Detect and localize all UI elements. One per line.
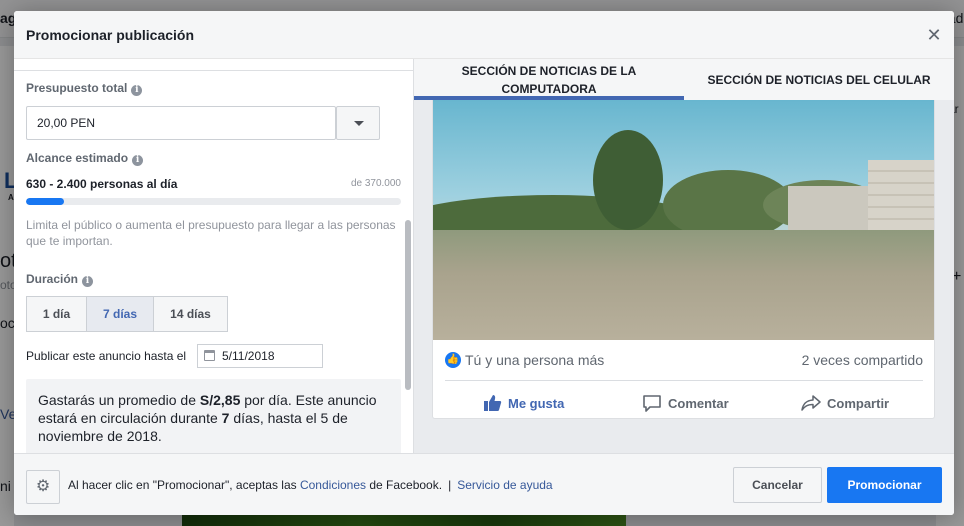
gear-icon: ⚙	[35, 478, 51, 495]
share-label: Compartir	[827, 395, 890, 411]
budget-label-text: Presupuesto total	[26, 81, 128, 95]
divider	[445, 380, 923, 381]
duration-label: Duración i	[26, 272, 94, 287]
terms-link[interactable]: Condiciones	[300, 478, 366, 492]
settings-button[interactable]: ⚙	[26, 470, 60, 504]
divider	[14, 70, 413, 71]
like-reaction-icon: 👍	[445, 352, 461, 368]
budget-input[interactable]: 20,00 PEN	[26, 106, 336, 140]
post-preview-card: 👍 Tú y una persona más 2 veces compartid…	[432, 100, 935, 419]
help-center-link[interactable]: Servicio de ayuda	[457, 478, 552, 492]
dialog-header: Promocionar publicación ✕	[14, 11, 954, 59]
comment-button[interactable]: Comentar	[642, 392, 729, 414]
reach-progress-bar	[26, 198, 401, 205]
calendar-icon	[204, 350, 215, 361]
reach-estimate: 630 - 2.400 personas al día	[26, 177, 178, 191]
end-date-value: 5/11/2018	[222, 349, 275, 363]
preview-tabs: SECCIÓN DE NOTICIAS DE LA COMPUTADORA SE…	[414, 59, 954, 100]
spend-summary: Gastarás un promedio de S/2,85 por día. …	[26, 379, 401, 453]
post-image	[433, 100, 934, 340]
dialog-title: Promocionar publicación	[26, 27, 195, 43]
share-icon	[801, 395, 821, 411]
promote-button[interactable]: Promocionar	[827, 467, 942, 503]
separator: |	[448, 478, 452, 492]
dialog-footer: ⚙ Al hacer clic en "Promocionar", acepta…	[14, 453, 954, 515]
reactors-text[interactable]: Tú y una persona más	[465, 352, 604, 368]
reactions-summary: 👍 Tú y una persona más 2 veces compartid…	[445, 350, 923, 374]
summary-amount: S/2,85	[199, 392, 241, 408]
budget-label: Presupuesto total i	[26, 81, 143, 96]
photo-shape	[433, 230, 934, 340]
ad-preview-panel: SECCIÓN DE NOTICIAS DE LA COMPUTADORA SE…	[414, 59, 954, 453]
thumbs-up-icon	[484, 395, 502, 411]
promote-post-dialog: Promocionar publicación ✕ Presupuesto to…	[14, 11, 954, 515]
close-icon[interactable]: ✕	[924, 25, 944, 45]
duration-1-day-button[interactable]: 1 día	[26, 296, 87, 332]
budget-dropdown[interactable]	[336, 106, 380, 140]
terms-text: de Facebook.	[366, 478, 443, 492]
settings-panel: Presupuesto total i 20,00 PEN Alcance est…	[14, 59, 414, 453]
photo-shape	[593, 130, 663, 230]
terms-text: Al hacer clic en "Promocionar", aceptas …	[68, 478, 300, 492]
like-label: Me gusta	[508, 395, 565, 411]
comment-icon	[643, 395, 661, 412]
end-date-field[interactable]: 5/11/2018	[197, 344, 323, 368]
tab-desktop-news-feed[interactable]: SECCIÓN DE NOTICIAS DE LA COMPUTADORA	[414, 59, 684, 100]
comment-label: Comentar	[668, 395, 729, 411]
shares-count[interactable]: 2 veces compartido	[802, 352, 923, 368]
share-button[interactable]: Compartir	[801, 392, 889, 414]
reach-label-text: Alcance estimado	[26, 151, 129, 165]
info-icon[interactable]: i	[82, 276, 94, 287]
duration-label-text: Duración	[26, 272, 79, 286]
publish-until-label: Publicar este anuncio hasta el	[26, 349, 187, 363]
duration-selector: 1 día 7 días 14 días	[26, 296, 228, 332]
summary-text: Gastarás un promedio de	[38, 392, 200, 408]
reach-hint: Limita el público o aumenta el presupues…	[26, 218, 396, 248]
duration-7-days-button[interactable]: 7 días	[87, 296, 154, 332]
terms-notice: Al hacer clic en "Promocionar", aceptas …	[68, 478, 553, 492]
duration-14-days-button[interactable]: 14 días	[154, 296, 228, 332]
info-icon[interactable]: i	[131, 85, 143, 96]
reach-progress-fill	[26, 198, 64, 205]
caret-down-icon	[354, 121, 364, 126]
reach-max: de 370.000	[350, 178, 401, 189]
cancel-button[interactable]: Cancelar	[733, 467, 822, 503]
reach-label: Alcance estimado i	[26, 151, 144, 166]
tab-mobile-news-feed[interactable]: SECCIÓN DE NOTICIAS DEL CELULAR	[684, 59, 954, 100]
like-button[interactable]: Me gusta	[483, 392, 564, 414]
info-icon[interactable]: i	[132, 155, 144, 166]
scrollbar[interactable]	[405, 220, 411, 390]
